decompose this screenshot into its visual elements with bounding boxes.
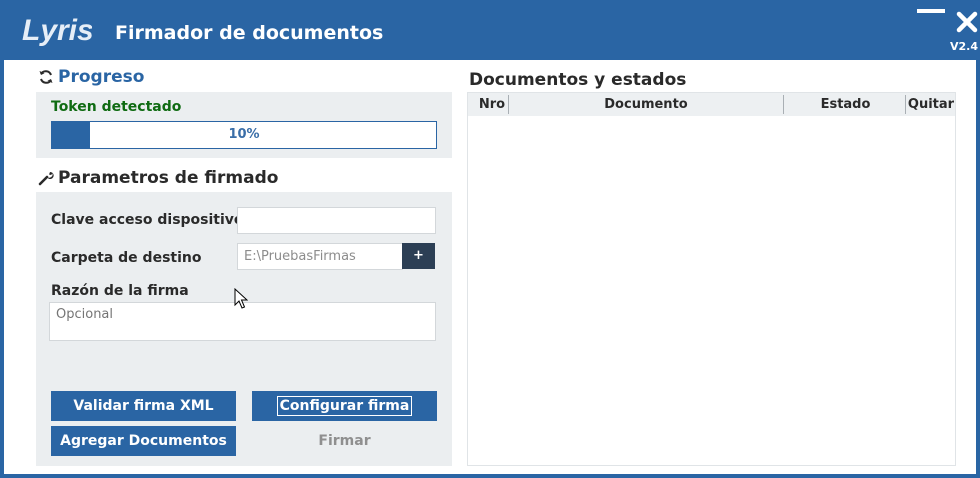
validate-xml-button[interactable]: Validar firma XML: [51, 391, 236, 421]
documents-table-header: Nro Documento Estado Quitar: [468, 93, 955, 116]
reason-label: Razón de la firma: [51, 283, 189, 299]
progress-bar: 10%: [51, 121, 437, 149]
close-icon[interactable]: [955, 10, 979, 34]
column-quitar[interactable]: Quitar: [906, 93, 956, 116]
wrench-icon: [38, 171, 54, 186]
version-label: V2.4: [950, 40, 978, 53]
configure-signature-button[interactable]: Configurar firma: [252, 391, 437, 421]
browse-folder-button[interactable]: +: [402, 243, 435, 269]
device-password-label: Clave acceso dispositivo: [51, 212, 244, 228]
add-documents-button[interactable]: Agregar Documentos: [51, 426, 236, 456]
column-documento[interactable]: Documento: [509, 93, 783, 116]
progress-section-title: Progreso: [38, 67, 144, 87]
destination-label: Carpeta de destino: [51, 250, 202, 266]
progress-label: 10%: [228, 127, 260, 142]
column-estado[interactable]: Estado: [784, 93, 907, 116]
destination-input[interactable]: [237, 243, 403, 270]
refresh-icon: [39, 70, 53, 84]
device-password-input[interactable]: [237, 207, 436, 234]
minimize-icon: [917, 9, 945, 13]
documents-table: Nro Documento Estado Quitar: [467, 92, 956, 466]
lyris-logo: Lyris: [22, 14, 92, 47]
params-section-title: Parametros de firmado: [38, 168, 278, 188]
mouse-cursor-icon: [234, 288, 248, 309]
minimize-button[interactable]: [916, 6, 946, 20]
documents-title: Documentos y estados: [469, 70, 687, 90]
configure-signature-label: Configurar firma: [276, 396, 413, 416]
app-window: Lyris Firmador de documentos V2.4 Progre…: [0, 0, 980, 478]
column-nro[interactable]: Nro: [472, 93, 512, 116]
svg-text:Lyris: Lyris: [22, 14, 92, 47]
app-title: Firmador de documentos: [115, 22, 384, 44]
token-status: Token detectado: [51, 99, 182, 115]
title-bar: Lyris Firmador de documentos V2.4: [4, 0, 980, 60]
sign-button[interactable]: Firmar: [252, 426, 437, 456]
